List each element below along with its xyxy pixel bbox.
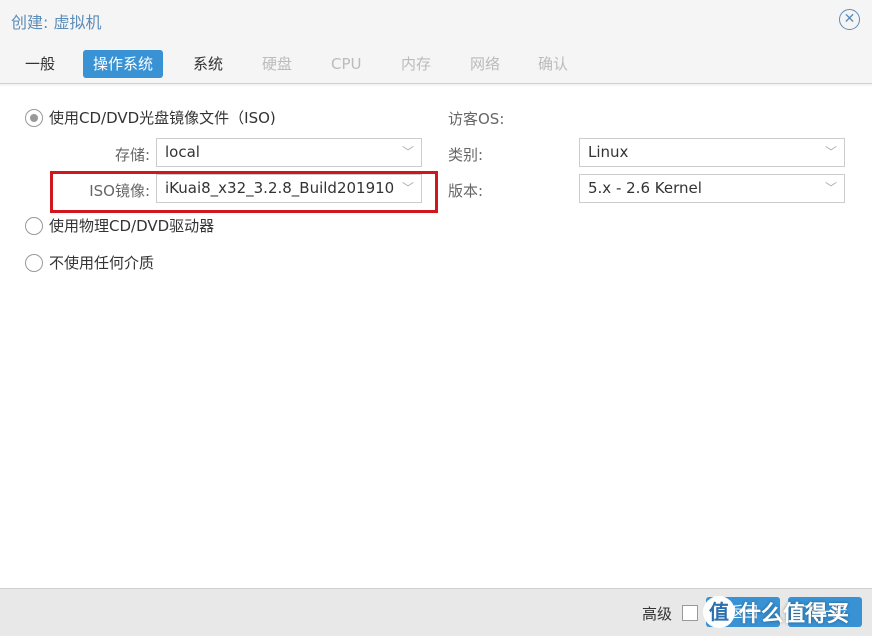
os-version-value: 5.x - 2.6 Kernel [588, 179, 702, 197]
watermark-text: 什么值得买 [739, 602, 850, 627]
radio-physical-drive[interactable]: 使用物理CD/DVD驱动器 [25, 215, 214, 236]
radio-label: 使用CD/DVD光盘镜像文件（ISO) [49, 109, 276, 127]
advanced-label: 高级 [642, 605, 673, 623]
title-bar: 创建: 虚拟机 ✕ [0, 0, 872, 40]
chevron-down-icon[interactable]: ﹀ [818, 175, 844, 202]
highlight-box [50, 171, 438, 213]
tab-disk: 硬盘 [262, 55, 293, 73]
tab-os[interactable]: 操作系统 [83, 50, 164, 78]
guest-os-heading: 访客OS: [448, 110, 505, 128]
os-version-select[interactable]: 5.x - 2.6 Kernel ﹀ [579, 174, 845, 203]
tab-network: 网络 [470, 55, 501, 73]
advanced-checkbox[interactable] [682, 605, 698, 621]
radio-circle[interactable] [25, 216, 43, 235]
version-label: 版本: [448, 182, 484, 200]
tab-general[interactable]: 一般 [15, 50, 65, 78]
window-title: 创建: 虚拟机 [11, 13, 102, 32]
tab-confirm: 确认 [538, 55, 569, 73]
radio-circle[interactable] [25, 253, 43, 272]
tab-bar: 一般 操作系统 系统 硬盘 CPU 内存 网络 确认 [0, 48, 872, 84]
storage-label: 存储: [114, 146, 150, 164]
storage-select[interactable]: local ﹀ [156, 138, 422, 167]
tab-cpu: CPU [331, 55, 362, 73]
type-label: 类别: [448, 146, 484, 164]
watermark: 值 什么值得买 [703, 596, 849, 628]
radio-use-iso[interactable]: 使用CD/DVD光盘镜像文件（ISO) [25, 107, 276, 128]
radio-label: 不使用任何介质 [49, 254, 155, 272]
watermark-logo: 值 [703, 596, 735, 628]
radio-label: 使用物理CD/DVD驱动器 [49, 217, 215, 235]
os-type-value: Linux [588, 143, 629, 161]
storage-value: local [165, 143, 200, 161]
radio-no-media[interactable]: 不使用任何介质 [25, 252, 154, 273]
tab-memory: 内存 [401, 55, 432, 73]
chevron-down-icon[interactable]: ﹀ [818, 139, 844, 166]
tab-system[interactable]: 系统 [183, 50, 233, 78]
radio-circle[interactable] [25, 108, 43, 127]
os-type-select[interactable]: Linux ﹀ [579, 138, 845, 167]
chevron-down-icon[interactable]: ﹀ [395, 139, 421, 166]
close-icon[interactable]: ✕ [839, 9, 860, 30]
